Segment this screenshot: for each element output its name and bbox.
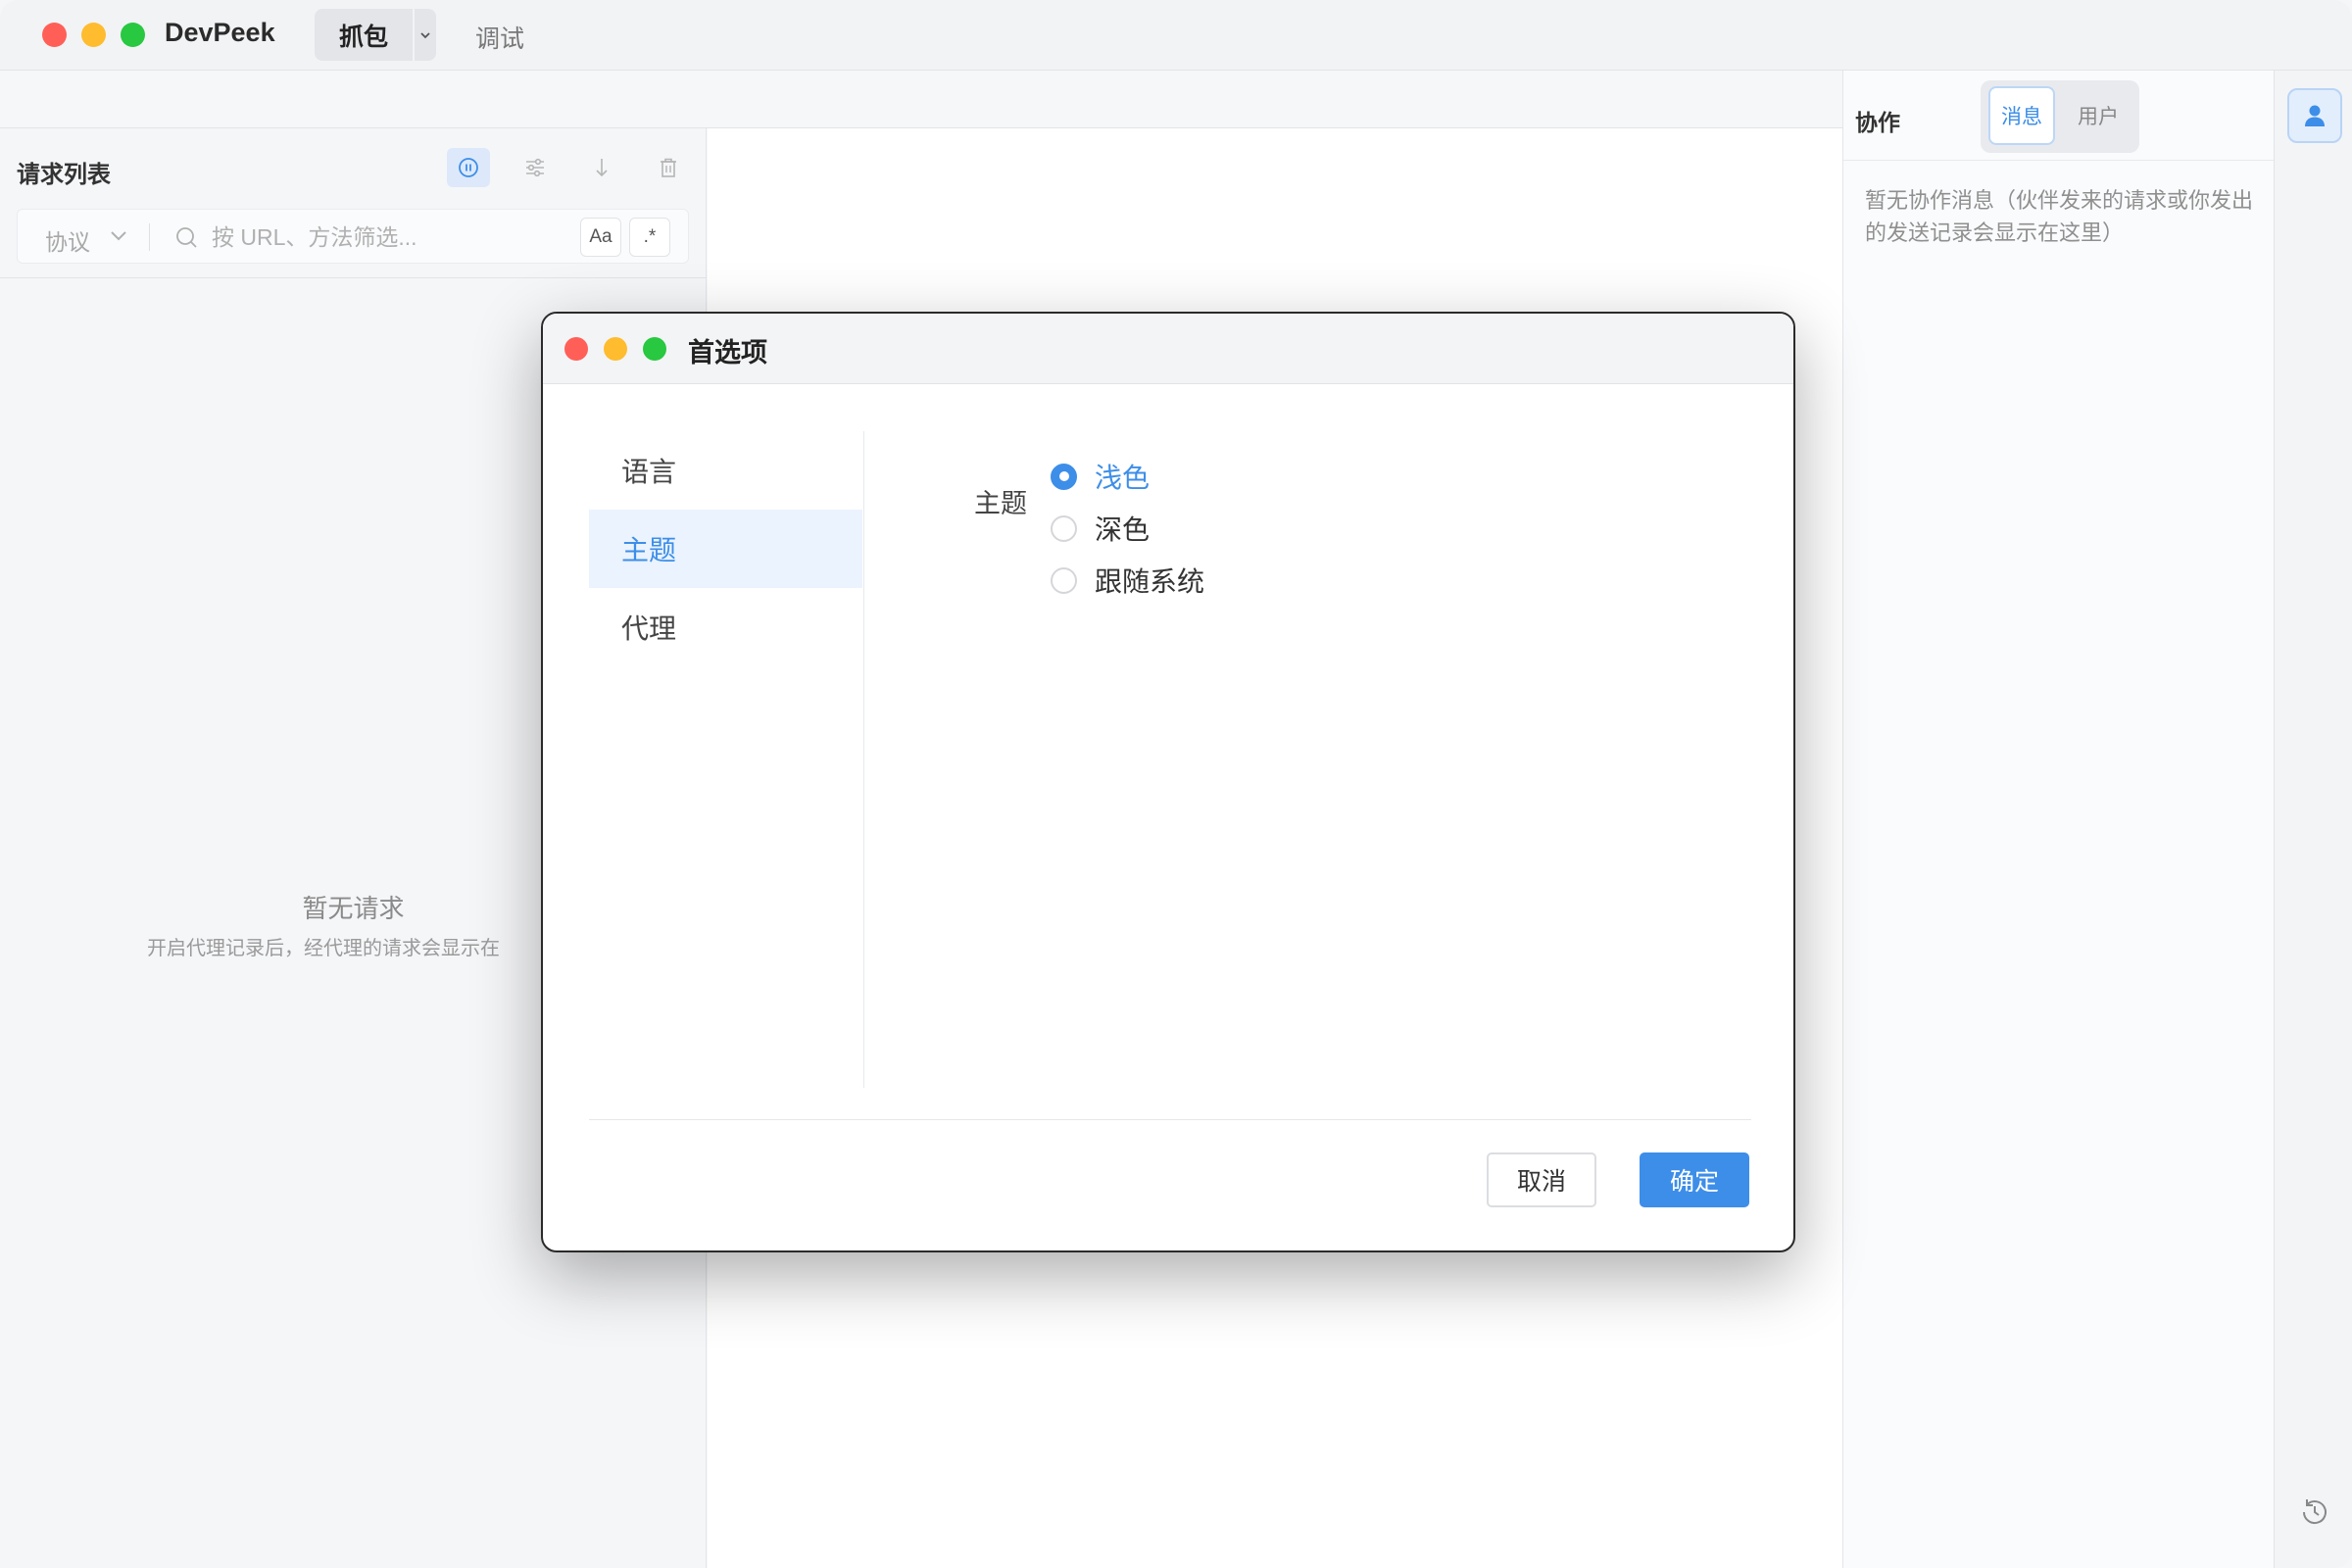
tab-capture-label: 抓包 xyxy=(338,23,388,51)
collab-panel: 协作 消息 用户 暂无协作消息（伙伴发来的请求或你发出的发送记录会显示在这里） xyxy=(1842,71,2275,1568)
ok-button[interactable]: 确定 xyxy=(1640,1152,1749,1207)
footer-divider xyxy=(589,1119,1751,1120)
dialog-zoom-button[interactable] xyxy=(643,337,666,361)
filter-divider xyxy=(149,223,150,251)
trash-icon xyxy=(661,158,676,177)
theme-field-label: 主题 xyxy=(974,489,1027,518)
clear-button[interactable] xyxy=(647,148,690,187)
radio-theme-system[interactable]: 跟随系统 xyxy=(1051,561,1204,600)
radio-button[interactable] xyxy=(1051,514,1077,542)
dialog-close-button[interactable] xyxy=(564,337,588,361)
radio-label: 跟随系统 xyxy=(1095,566,1205,597)
radio-label: 深色 xyxy=(1095,514,1151,545)
history-icon[interactable] xyxy=(2298,1495,2331,1529)
collab-toggle-button[interactable] xyxy=(2287,88,2342,143)
radio-button[interactable] xyxy=(1051,566,1077,594)
dialog-minimize-button[interactable] xyxy=(604,337,627,361)
protocol-select[interactable]: 协议 xyxy=(45,223,90,257)
radio-label: 浅色 xyxy=(1095,463,1151,493)
zoom-window-button[interactable] xyxy=(121,23,145,47)
tab-capture[interactable]: 抓包 xyxy=(315,9,436,61)
collab-header: 协作 消息 用户 xyxy=(1843,71,2275,161)
nav-item-language[interactable]: 语言 xyxy=(589,431,862,510)
collab-empty-text: 暂无协作消息（伙伴发来的请求或你发出的发送记录会显示在这里） xyxy=(1865,188,2254,245)
filter-settings-icon xyxy=(526,158,544,177)
tab-messages[interactable]: 消息 xyxy=(1988,86,2055,145)
preferences-dialog: 首选项 语言 主题 代理 主题 浅色 深色 跟随系统 取消 确定 xyxy=(541,312,1795,1252)
nav-item-proxy[interactable]: 代理 xyxy=(589,588,862,666)
search-icon xyxy=(176,227,197,248)
app-title: DevPeek xyxy=(165,18,275,47)
user-icon xyxy=(2305,105,2325,126)
nav-divider xyxy=(863,431,864,1088)
filter-bar: 协议 Aa .* xyxy=(17,209,689,264)
dialog-title-bar: 首选项 xyxy=(543,314,1793,384)
cancel-button[interactable]: 取消 xyxy=(1487,1152,1596,1207)
right-rail xyxy=(2274,71,2352,1568)
minimize-window-button[interactable] xyxy=(81,23,106,47)
regex-toggle[interactable]: .* xyxy=(629,218,670,257)
request-list-title: 请求列表 xyxy=(17,162,111,188)
tab-users[interactable]: 用户 xyxy=(2065,86,2132,145)
divider xyxy=(0,277,707,278)
empty-state-subtitle: 开启代理记录后，经代理的请求会显示在 xyxy=(147,938,500,959)
title-bar: DevPeek 抓包 调试 xyxy=(0,0,2352,71)
download-icon xyxy=(596,159,608,177)
radio-theme-dark[interactable]: 深色 xyxy=(1051,509,1150,548)
collab-segmented-control: 消息 用户 xyxy=(1981,80,2139,153)
secondary-toolbar xyxy=(0,72,1842,128)
chevron-down-icon[interactable] xyxy=(104,221,133,251)
chevron-down-icon xyxy=(420,31,430,38)
tab-capture-dropdown[interactable] xyxy=(413,9,436,61)
collab-title: 协作 xyxy=(1855,110,1900,135)
case-sensitive-toggle[interactable]: Aa xyxy=(580,218,621,257)
download-button[interactable] xyxy=(580,148,623,187)
filter-settings-button[interactable] xyxy=(514,148,557,187)
pause-icon xyxy=(459,158,478,177)
dialog-title: 首选项 xyxy=(688,338,767,368)
pause-button[interactable] xyxy=(447,148,490,187)
tab-debug[interactable]: 调试 xyxy=(475,20,524,55)
radio-theme-light[interactable]: 浅色 xyxy=(1051,457,1150,496)
search-input[interactable] xyxy=(212,220,584,255)
preferences-nav: 语言 主题 代理 xyxy=(589,431,862,666)
nav-item-theme[interactable]: 主题 xyxy=(589,510,862,588)
radio-button[interactable] xyxy=(1051,463,1077,490)
close-window-button[interactable] xyxy=(42,23,67,47)
app-window: DevPeek 抓包 调试 请求列表 协议 按 URL、方法筛选... Aa .… xyxy=(0,0,2352,1568)
